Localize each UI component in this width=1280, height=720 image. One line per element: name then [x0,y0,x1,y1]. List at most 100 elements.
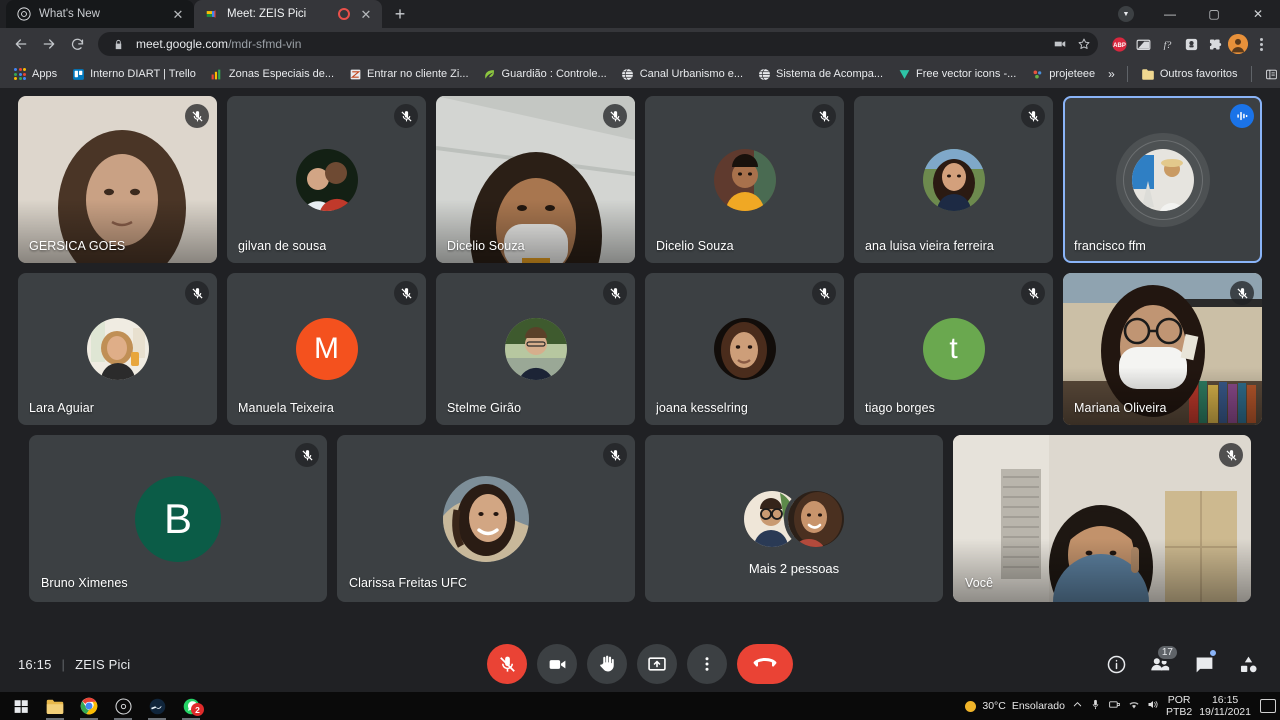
bookmark-projeteee[interactable]: projeteee [1023,63,1102,85]
taskbar-steam[interactable] [140,692,174,720]
participant-tile-dicelio-souza-video[interactable]: Dicelio Souza [436,96,635,263]
participant-tile-stelme-girao[interactable]: Stelme Girão [436,273,635,425]
participants-row: Lara Aguiar M Manuela Teixeira [12,273,1268,425]
present-screen-button[interactable] [637,644,677,684]
participant-tile-dicelio-souza[interactable]: Dicelio Souza [645,96,844,263]
downloads-button[interactable]: ▼ [1104,0,1148,28]
overflow-avatars [744,491,844,547]
participant-tile-ana-luisa-vieira-ferreira[interactable]: ana luisa vieira ferreira [854,96,1053,263]
notification-icon[interactable] [1260,699,1276,713]
chrome-menu-icon[interactable] [1250,33,1272,55]
show-everyone-button[interactable]: 17 [1142,646,1178,682]
meet-control-bar: 16:15 | ZEIS Pici [0,636,1280,692]
divider [1127,66,1128,82]
participant-tile-francisco-ffm[interactable]: francisco ffm [1063,96,1262,263]
participants-row: B Bruno Ximenes [12,435,1268,602]
bookmark-free-vector-icons[interactable]: Free vector icons -... [890,63,1023,85]
extension-icon[interactable] [1180,33,1202,55]
participant-tile-mariana-oliveira[interactable]: Mariana Oliveira [1063,273,1262,425]
language-indicator[interactable]: POR PTB2 [1166,694,1192,718]
chat-button[interactable] [1186,646,1222,682]
bookmark-lista-de-leitura[interactable]: Lista de leitura [1258,63,1280,85]
wifi-icon[interactable] [1128,699,1140,713]
browser-tab-meet[interactable]: Meet: ZEIS Pici ✕ [194,0,382,28]
end-call-button[interactable] [737,644,793,684]
bookmarks-overflow-button[interactable]: » [1102,67,1121,81]
microphone-button[interactable] [487,644,527,684]
participant-tile-gersica-goes[interactable]: GERSICA GOES [18,96,217,263]
taskbar-obs-studio[interactable] [106,692,140,720]
bookmark-label: Zonas Especiais de... [229,68,334,80]
more-options-button[interactable] [687,644,727,684]
maximize-button[interactable]: ▢ [1192,0,1236,28]
volume-icon[interactable] [1147,699,1159,713]
participant-tile-you[interactable]: Você [953,435,1251,602]
mic-muted-icon [394,281,418,305]
weather-widget[interactable]: 30°C Ensolarado [965,700,1065,712]
taskbar-clock[interactable]: 16:15 19/11/2021 [1199,694,1251,718]
meeting-info: 16:15 | ZEIS Pici [18,657,130,672]
font-finder-icon[interactable]: f? [1156,33,1178,55]
bookmark-trello[interactable]: Interno DIART | Trello [64,63,203,85]
trello-icon [71,67,85,81]
window-controls: ▼ — ▢ ✕ [1104,0,1280,28]
close-icon[interactable]: ✕ [170,6,186,22]
puzzle-piece-icon[interactable] [1204,33,1226,55]
browser-tab-whats-new[interactable]: What's New ✕ [6,0,194,28]
participant-tile-joana-kesselring[interactable]: joana kesselring [645,273,844,425]
bookmark-outros-favoritos[interactable]: Outros favoritos [1134,63,1245,85]
raise-hand-button[interactable] [587,644,627,684]
close-icon[interactable]: ✕ [358,6,374,22]
divider: | [62,657,66,672]
mic-muted-icon [603,443,627,467]
bookmark-label: Interno DIART | Trello [90,68,196,80]
meeting-details-button[interactable] [1098,646,1134,682]
participant-tile-lara-aguiar[interactable]: Lara Aguiar [18,273,217,425]
star-icon[interactable] [1074,34,1094,54]
close-window-button[interactable]: ✕ [1236,0,1280,28]
minimize-button[interactable]: — [1148,0,1192,28]
participant-tile-clarissa-freitas-ufc[interactable]: Clarissa Freitas UFC [337,435,635,602]
bookmark-zonas-especiais[interactable]: Zonas Especiais de... [203,63,341,85]
recording-indicator-icon[interactable] [338,8,350,20]
bookmark-apps[interactable]: Apps [6,63,64,85]
camera-button[interactable] [537,644,577,684]
svg-text:ABP: ABP [1113,42,1126,48]
back-button[interactable] [8,31,34,57]
dark-reader-icon[interactable] [1132,33,1154,55]
profile-avatar[interactable] [1228,34,1248,54]
chat-unread-dot [1209,649,1217,657]
avatar [714,149,776,211]
start-button[interactable] [4,692,38,720]
taskbar-whatsapp[interactable]: 2 [174,692,208,720]
participant-tile-tiago-borges[interactable]: t tiago borges [854,273,1053,425]
mic-muted-icon [185,104,209,128]
cast-icon[interactable] [1050,34,1070,54]
address-bar[interactable]: meet.google.com/mdr-sfmd-vin [98,32,1098,56]
mic-muted-icon [812,281,836,305]
bookmark-zimbra[interactable]: Entrar no cliente Zi... [341,63,476,85]
adblock-plus-icon[interactable]: ABP [1108,33,1130,55]
meeting-name: ZEIS Pici [75,657,130,672]
bookmark-guardiao[interactable]: Guardião : Controle... [476,63,614,85]
new-tab-button[interactable]: + [386,0,414,28]
usb-icon[interactable] [1108,699,1121,713]
activities-button[interactable] [1230,646,1266,682]
taskbar-file-explorer[interactable] [38,692,72,720]
participant-name: Stelme Girão [447,401,521,415]
participant-name: Clarissa Freitas UFC [349,576,467,590]
forward-button[interactable] [36,31,62,57]
taskbar-google-chrome[interactable] [72,692,106,720]
reload-button[interactable] [64,31,90,57]
navigation-toolbar: meet.google.com/mdr-sfmd-vin ABP f? [0,28,1280,60]
mic-muted-icon [1021,104,1045,128]
participant-tile-bruno-ximenes[interactable]: B Bruno Ximenes [29,435,327,602]
participant-tile-manuela-teixeira[interactable]: M Manuela Teixeira [227,273,426,425]
participant-tile-more-people[interactable]: Mais 2 pessoas [645,435,943,602]
participant-name: Bruno Ximenes [41,576,128,590]
microphone-icon[interactable] [1090,699,1101,713]
participant-tile-gilvan-de-sousa[interactable]: gilvan de sousa [227,96,426,263]
chevron-up-icon[interactable] [1072,699,1083,713]
bookmark-canal-urbanismo[interactable]: Canal Urbanismo e... [614,63,750,85]
bookmark-sistema-acompanhamento[interactable]: Sistema de Acompa... [750,63,890,85]
